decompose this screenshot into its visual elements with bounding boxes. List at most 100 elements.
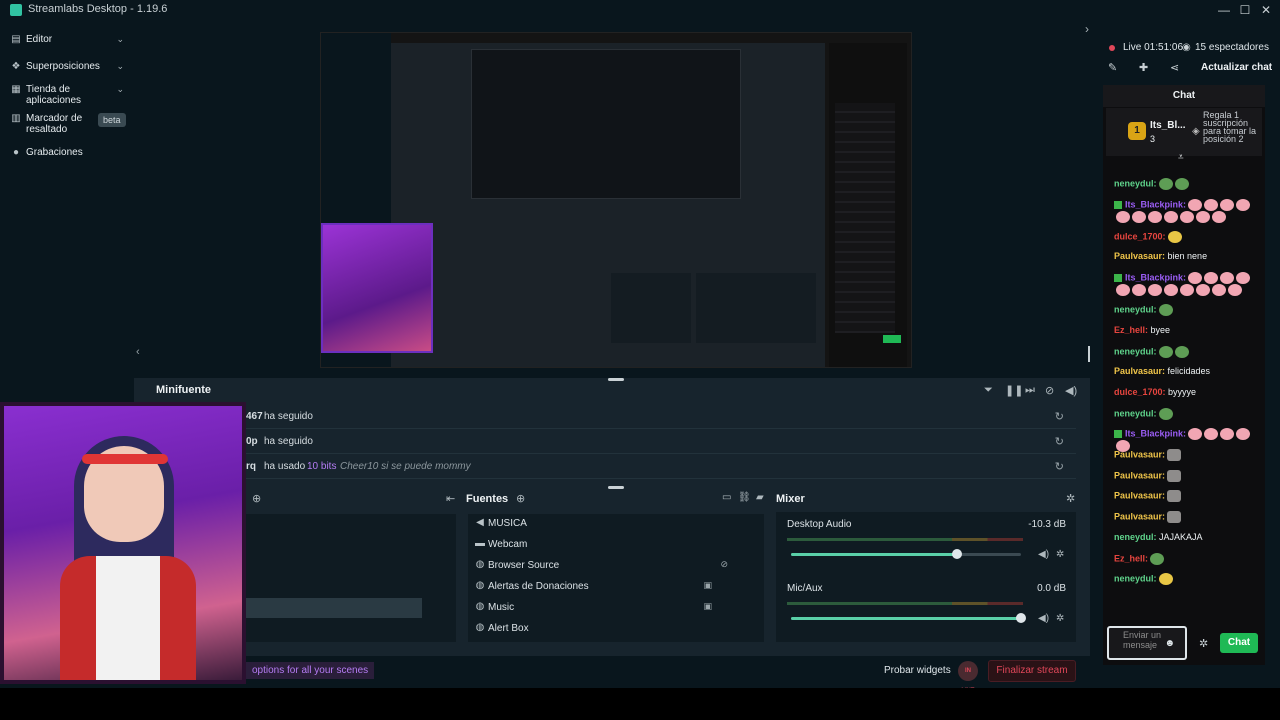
chat-username[interactable]: Its_Blackpink: (1125, 199, 1186, 209)
pink-emote-icon (1116, 284, 1130, 297)
scenes-list (246, 514, 456, 642)
volume-icon[interactable]: ◀) (1065, 384, 1077, 397)
hidden-eye-icon[interactable]: ⊘ (720, 559, 728, 570)
gift-prompt[interactable]: Regala 1 suscripción para tomar la posic… (1203, 111, 1261, 144)
skip-icon[interactable]: ⏭ (1025, 384, 1035, 397)
chat-username[interactable]: neneydul: (1114, 408, 1157, 418)
sidebar-item-overlays[interactable]: ❖ Superposiciones ⌄ (0, 57, 134, 79)
stream-preview[interactable] (320, 32, 912, 368)
folder-icon: ▬ (475, 538, 485, 549)
end-stream-button[interactable]: Finalizar stream (988, 660, 1076, 682)
source-label: Alert Box (488, 623, 529, 634)
webcam-overlay (0, 402, 246, 684)
chat-username[interactable]: dulce_1700: (1114, 231, 1166, 241)
gear-icon[interactable]: ✲ (1056, 613, 1064, 624)
sidebar-item-highlighter[interactable]: ▥ Marcador de resaltado beta (0, 109, 134, 137)
chat-text: felicidades (1165, 366, 1211, 377)
gear-icon[interactable]: ✲ (1066, 492, 1075, 505)
puzzle-icon[interactable]: ✚ (1139, 61, 1148, 74)
pencil-icon[interactable]: ✎ (1108, 61, 1117, 74)
chat-input[interactable]: Enviar un mensaje ☻ (1107, 626, 1187, 660)
scene-options-link[interactable]: options for all your scenes (246, 662, 375, 679)
live-dot-icon (1109, 45, 1115, 51)
lock-icon[interactable]: ▣ (703, 601, 712, 612)
share-icon[interactable]: ⋖ (1170, 61, 1179, 74)
source-item[interactable]: ◍ Music ▣ (468, 597, 764, 617)
chat-username[interactable]: dulce_1700: (1114, 387, 1166, 397)
rank-badge: 1 (1128, 122, 1146, 140)
chat-username[interactable]: Its_Blackpink: (1125, 272, 1186, 282)
gear-icon[interactable]: ✲ (1056, 549, 1064, 560)
chat-send-button[interactable]: Chat (1220, 633, 1258, 653)
resize-handle[interactable] (608, 486, 624, 489)
chat-username[interactable]: neneydul: (1114, 178, 1157, 188)
volume-slider-knob[interactable] (951, 549, 962, 559)
emoji-icon[interactable]: ☻ (1164, 638, 1175, 649)
chat-message: neneydul: (1114, 304, 1262, 317)
select-icon[interactable]: ▭ (722, 492, 731, 503)
filter-icon[interactable]: ⏷ (984, 384, 993, 397)
chat-username[interactable]: neneydul: (1114, 574, 1157, 584)
speaker-icon[interactable]: ◀) (1038, 549, 1049, 560)
mute-alerts-icon[interactable]: ⊘ (1045, 384, 1054, 397)
gray-emote-icon (1167, 449, 1182, 461)
sources-title: Fuentes (466, 493, 509, 505)
link-icon[interactable]: ⛓ (738, 492, 751, 503)
chevron-left-icon[interactable]: ‹ (136, 346, 140, 358)
replay-icon[interactable]: ↻ (1055, 410, 1064, 423)
chat-settings-icon[interactable]: ✲ (1199, 637, 1208, 650)
gray-emote-icon (1167, 511, 1182, 524)
store-icon: ▦ (11, 84, 21, 95)
volume-slider[interactable] (791, 553, 1021, 556)
sidebar-item-recordings[interactable]: ● Grabaciones (0, 143, 134, 165)
resize-handle[interactable] (608, 378, 624, 381)
frog-emote-icon (1150, 552, 1165, 565)
maximize-button[interactable]: ☐ (1237, 2, 1253, 18)
chat-username[interactable]: neneydul: (1114, 304, 1157, 314)
chat-username[interactable]: Ez_hell: (1114, 325, 1148, 335)
speaker-icon[interactable]: ◀) (1038, 613, 1049, 624)
pink-emote-icon (1188, 428, 1203, 441)
minimize-button[interactable]: — (1216, 2, 1232, 18)
collapse-icon[interactable]: ⇤ (446, 492, 455, 505)
folder-add-icon[interactable]: ▰ (756, 492, 764, 503)
source-item[interactable]: ▬ Webcam (468, 534, 764, 554)
scenes-panel: ⊕ (246, 490, 462, 650)
chat-username[interactable]: Paulvasaur: (1114, 470, 1165, 480)
chat-username[interactable]: Paulvasaur: (1114, 491, 1165, 501)
minifeed-title: Minifuente (156, 384, 211, 396)
chat-username[interactable]: Paulvasaur: (1114, 449, 1165, 459)
replay-icon[interactable]: ↻ (1055, 460, 1064, 473)
volume-slider[interactable] (791, 617, 1021, 620)
frog-emote-icon (1158, 345, 1173, 358)
chat-username[interactable]: Its_Blackpink: (1125, 429, 1186, 439)
close-button[interactable]: ✕ (1258, 2, 1274, 18)
volume-slider-knob[interactable] (1016, 613, 1026, 623)
sidebar-item-editor[interactable]: ▤ Editor ⌄ (0, 30, 134, 52)
test-widgets-button[interactable]: Probar widgets (884, 665, 951, 676)
add-source-icon[interactable]: ⊕ (516, 492, 525, 505)
source-item[interactable]: ◍ Alertas de Donaciones ▣ (468, 576, 764, 596)
chat-username[interactable]: neneydul: (1114, 346, 1157, 356)
source-item[interactable]: ◍ Browser Source ⊘ (468, 555, 764, 575)
source-item[interactable]: ◍ Alert Box (468, 618, 764, 638)
chat-username[interactable]: Paulvasaur: (1114, 511, 1165, 521)
event-message: Cheer10 si se puede mommy (340, 461, 471, 472)
pause-icon[interactable]: ❚❚ (1005, 384, 1023, 397)
volume-slider-fill (791, 553, 957, 556)
add-scene-icon[interactable]: ⊕ (252, 492, 261, 505)
chevron-right-icon[interactable]: › (1085, 22, 1089, 36)
refresh-chat-button[interactable]: Actualizar chat (1201, 62, 1272, 73)
volume-slider-fill (791, 617, 1021, 620)
source-item[interactable]: ◀ MUSICA (468, 513, 764, 533)
lock-icon[interactable]: ▣ (703, 580, 712, 591)
replay-icon[interactable]: ↻ (1055, 435, 1064, 448)
chat-username[interactable]: Paulvasaur: (1114, 251, 1165, 261)
scene-item-selected[interactable] (246, 598, 422, 618)
chat-username[interactable]: Paulvasaur: (1114, 366, 1165, 376)
collapse-banner-icon[interactable]: ⩡ (1178, 152, 1184, 163)
chat-username[interactable]: neneydul: (1114, 532, 1157, 542)
sidebar-item-label: Tienda de aplicaciones (26, 84, 82, 106)
chat-username[interactable]: Ez_hell: (1114, 553, 1148, 563)
sidebar-item-app-store[interactable]: ▦ Tienda de aplicaciones ⌄ (0, 80, 134, 108)
